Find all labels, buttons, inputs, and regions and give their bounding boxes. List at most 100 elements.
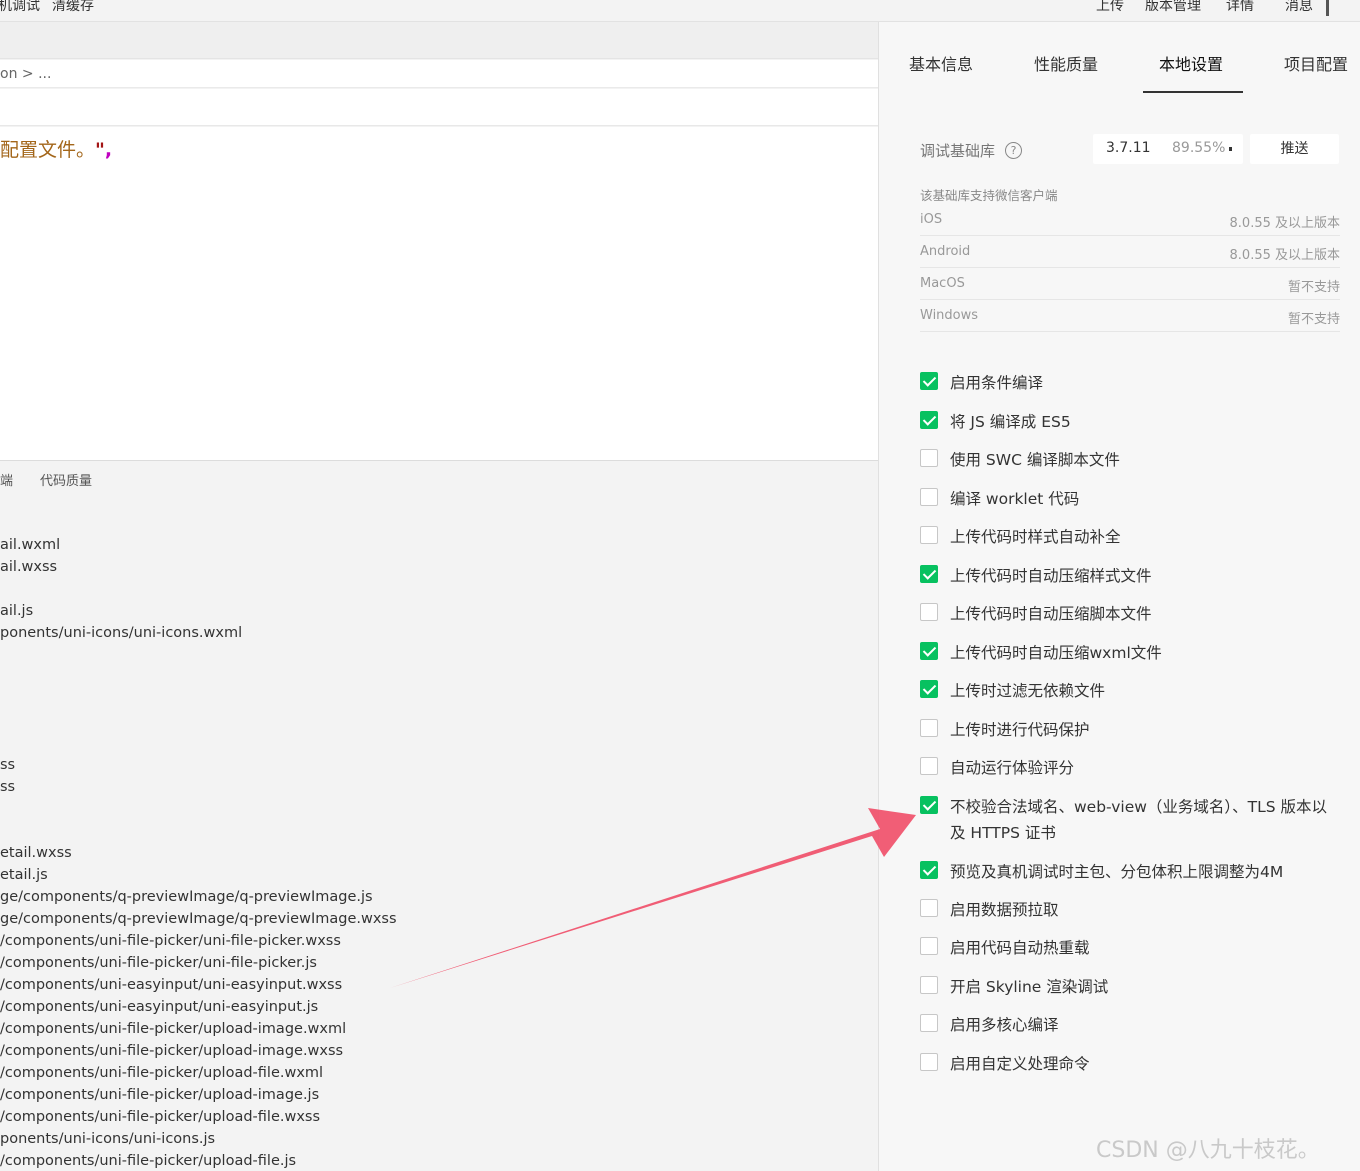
- checkbox-unchecked[interactable]: [920, 1014, 938, 1032]
- checkbox-unchecked[interactable]: [920, 1053, 938, 1071]
- breadcrumb-text: on > ...: [0, 66, 52, 82]
- file-list-item: /components/uni-file-picker/upload-file.…: [0, 1065, 324, 1081]
- base-library-select[interactable]: 3.7.11 89.55%: [1093, 134, 1243, 164]
- support-title: 该基础库支持微信客户端: [920, 188, 1058, 203]
- file-list-item: ail.js: [0, 603, 34, 619]
- checkbox-unchecked[interactable]: [920, 757, 938, 775]
- details-tabs: 基本信息 性能质量 本地设置 项目配置: [879, 22, 1360, 93]
- tab-basic-info[interactable]: 基本信息: [909, 51, 973, 75]
- checkbox-unchecked[interactable]: [920, 899, 938, 917]
- support-platform: iOS: [920, 212, 943, 227]
- toolbar-upload-button[interactable]: 上传: [1096, 0, 1124, 15]
- support-platform: MacOS: [920, 276, 965, 291]
- file-list-item: /components/uni-easyinput/uni-easyinput.…: [0, 977, 343, 993]
- csdn-watermark: CSDN @八九十枝花。: [1096, 1138, 1320, 1163]
- file-list-item: ponents/uni-icons/uni-icons.js: [0, 1131, 216, 1147]
- checkbox-unchecked[interactable]: [920, 937, 938, 955]
- support-platform: Windows: [920, 308, 979, 323]
- tab-performance[interactable]: 性能质量: [1034, 51, 1098, 75]
- editor-line-blank: [0, 89, 878, 126]
- setting-option-label: 启用条件编译: [950, 374, 1044, 392]
- setting-option-label: 将 JS 编译成 ES5: [950, 413, 1071, 431]
- toolbar-version-button[interactable]: 版本管理: [1145, 0, 1201, 15]
- code-editor[interactable]: 配置文件。",: [0, 127, 878, 460]
- toolbar-clear-cache-button[interactable]: 清缓存: [52, 0, 94, 15]
- output-panel: 端 代码质量 ail.wxml ail.wxss ail.js ponents/…: [0, 460, 878, 1171]
- file-list-item: etail.js: [0, 867, 48, 883]
- file-list-item: /components/uni-file-picker/upload-image…: [0, 1043, 344, 1059]
- setting-option-label: 上传代码时自动压缩样式文件: [950, 567, 1152, 585]
- checkbox-unchecked[interactable]: [920, 719, 938, 737]
- setting-option-label: 上传代码时自动压缩wxml文件: [950, 644, 1162, 662]
- toolbar-debug-button[interactable]: 机调试: [0, 0, 40, 15]
- base-library-coverage: 89.55%: [1172, 140, 1226, 156]
- setting-option-label: 启用数据预拉取: [950, 901, 1059, 919]
- support-row-windows: Windows 暂不支持: [920, 300, 1340, 332]
- support-row-ios: iOS 8.0.55 及以上版本: [920, 204, 1340, 236]
- checkbox-checked[interactable]: [920, 680, 938, 698]
- checkbox-unchecked[interactable]: [920, 449, 938, 467]
- checkbox-unchecked[interactable]: [920, 488, 938, 506]
- file-list-item: /components/uni-file-picker/upload-image…: [0, 1087, 320, 1103]
- file-list-item: ail.wxml: [0, 537, 61, 553]
- dropdown-indicator-icon: [1229, 147, 1232, 151]
- support-version: 暂不支持: [1287, 280, 1340, 295]
- file-list-item: ail.wxss: [0, 559, 58, 575]
- toolbar-details-button[interactable]: 详情: [1226, 0, 1254, 15]
- active-tab-indicator: [1143, 91, 1243, 93]
- setting-option-label: 启用自定义处理命令: [950, 1055, 1090, 1073]
- setting-option-label: 编译 worklet 代码: [950, 490, 1080, 508]
- toolbar-divider: [1326, 0, 1329, 16]
- support-platform: Android: [920, 244, 971, 259]
- support-version: 8.0.55 及以上版本: [1229, 248, 1340, 263]
- checkbox-checked[interactable]: [920, 372, 938, 390]
- support-version: 暂不支持: [1287, 312, 1340, 327]
- file-list-item: /components/uni-file-picker/upload-file.…: [0, 1109, 321, 1125]
- tab-code-quality[interactable]: 代码质量: [40, 470, 92, 489]
- tab-project-config[interactable]: 项目配置: [1284, 51, 1348, 75]
- setting-option-label: 自动运行体验评分: [950, 759, 1075, 777]
- checkbox-checked[interactable]: [920, 411, 938, 429]
- file-list-item: ss: [0, 757, 16, 773]
- file-list-item: ponents/uni-icons/uni-icons.wxml: [0, 625, 243, 641]
- checkbox-unchecked[interactable]: [920, 976, 938, 994]
- base-library-version: 3.7.11: [1106, 140, 1151, 156]
- setting-option-label: 上传时进行代码保护: [950, 721, 1090, 739]
- setting-option-label: 启用代码自动热重载: [950, 939, 1090, 957]
- support-version: 8.0.55 及以上版本: [1229, 216, 1340, 231]
- checkbox-checked[interactable]: [920, 565, 938, 583]
- devtools-window: 机调试 清缓存 上传 版本管理 详情 消息 on > ... 配置文件。", 端…: [0, 0, 1360, 1171]
- file-list-item: /components/uni-easyinput/uni-easyinput.…: [0, 999, 319, 1015]
- setting-option-label: 不校验合法域名、web-view（业务域名）、TLS 版本以及 HTTPS 证书: [950, 798, 1328, 842]
- setting-option-label: 上传代码时样式自动补全: [950, 528, 1121, 546]
- tab-client[interactable]: 端: [0, 470, 13, 489]
- tab-local-settings[interactable]: 本地设置: [1159, 51, 1223, 75]
- checkbox-unchecked[interactable]: [920, 526, 938, 544]
- base-library-label: 调试基础库: [920, 142, 996, 160]
- checkbox-unchecked[interactable]: [920, 603, 938, 621]
- setting-option-label: 预览及真机调试时主包、分包体积上限调整为4M: [950, 863, 1284, 881]
- file-list-item: etail.wxss: [0, 845, 72, 861]
- setting-option-label: 使用 SWC 编译脚本文件: [950, 451, 1120, 469]
- file-list-item: /components/uni-file-picker/upload-file.…: [0, 1153, 297, 1169]
- toolbar-messages-button[interactable]: 消息: [1285, 0, 1313, 15]
- setting-option-label: 上传代码时自动压缩脚本文件: [950, 605, 1152, 623]
- checkbox-checked[interactable]: [920, 642, 938, 660]
- checkbox-checked[interactable]: [920, 796, 938, 814]
- top-toolbar: 机调试 清缓存 上传 版本管理 详情 消息: [0, 0, 1360, 22]
- support-row-android: Android 8.0.55 及以上版本: [920, 236, 1340, 268]
- editor-tab-strip: [0, 22, 878, 59]
- support-row-macos: MacOS 暂不支持: [920, 268, 1340, 300]
- help-icon[interactable]: ?: [1005, 142, 1022, 159]
- breadcrumb[interactable]: on > ...: [0, 60, 878, 88]
- base-library-row: 调试基础库 ? 3.7.11 89.55% 推送: [879, 132, 1360, 168]
- file-list-item: ss: [0, 779, 16, 795]
- file-list-item: ge/components/q-previewImage/q-previewIm…: [0, 889, 373, 905]
- file-list-item: /components/uni-file-picker/upload-image…: [0, 1021, 347, 1037]
- push-button[interactable]: 推送: [1250, 134, 1339, 164]
- setting-option-label: 开启 Skyline 渲染调试: [950, 978, 1109, 996]
- setting-option-label: 启用多核心编译: [950, 1016, 1059, 1034]
- checkbox-checked[interactable]: [920, 861, 938, 879]
- file-list-item: /components/uni-file-picker/uni-file-pic…: [0, 955, 317, 971]
- setting-option-label: 上传时过滤无依赖文件: [950, 682, 1106, 700]
